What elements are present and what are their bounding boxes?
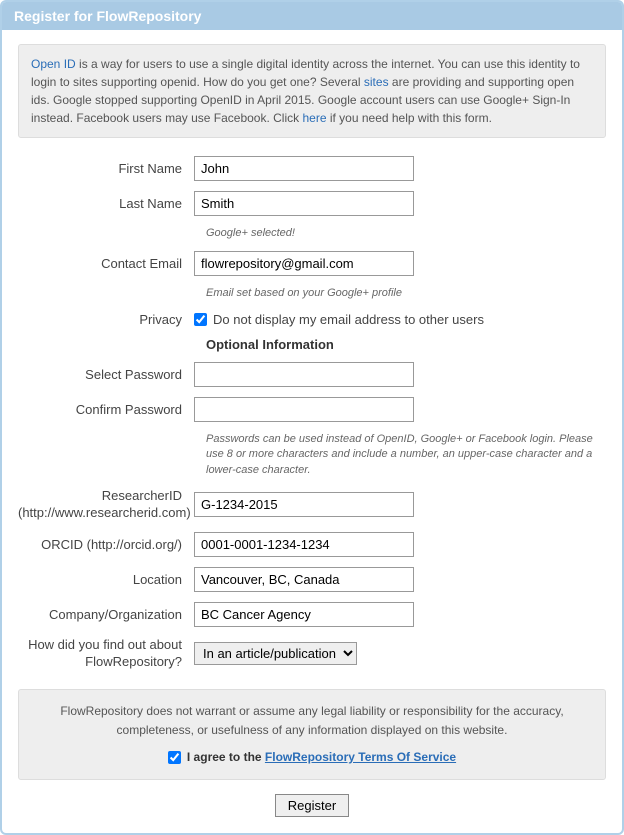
info-text: if you need help with this form. [327, 111, 492, 125]
first-name-input[interactable] [194, 156, 414, 181]
company-label: Company/Organization [18, 607, 194, 622]
gplus-selected-hint: Google+ selected! [206, 226, 606, 241]
row-findout: How did you find out about FlowRepositor… [18, 637, 606, 671]
confirm-password-input[interactable] [194, 397, 414, 422]
row-company: Company/Organization [18, 602, 606, 627]
findout-select[interactable]: In an article/publication [194, 642, 357, 665]
privacy-checkbox-label: Do not display my email address to other… [213, 312, 484, 327]
panel-body: Open ID is a way for users to use a sing… [2, 30, 622, 833]
agree-line: I agree to the FlowRepository Terms Of S… [35, 748, 589, 767]
researcherid-label: ResearcherID (http://www.researcherid.co… [18, 488, 194, 522]
row-privacy: Privacy Do not display my email address … [18, 312, 606, 327]
location-label: Location [18, 572, 194, 587]
help-here-link[interactable]: here [302, 111, 326, 125]
findout-label: How did you find out about FlowRepositor… [18, 637, 194, 671]
last-name-label: Last Name [18, 196, 194, 211]
orcid-input[interactable] [194, 532, 414, 557]
privacy-checkbox[interactable] [194, 313, 207, 326]
row-password: Select Password [18, 362, 606, 387]
optional-info-title: Optional Information [206, 337, 606, 352]
researcherid-input[interactable] [194, 492, 414, 517]
row-confirm-password: Confirm Password [18, 397, 606, 422]
sites-link[interactable]: sites [364, 75, 389, 89]
confirm-password-label: Confirm Password [18, 402, 194, 417]
row-email: Contact Email [18, 251, 606, 276]
password-input[interactable] [194, 362, 414, 387]
row-orcid: ORCID (http://orcid.org/) [18, 532, 606, 557]
agree-checkbox[interactable] [168, 751, 181, 764]
password-hint: Passwords can be used instead of OpenID,… [206, 432, 606, 478]
location-input[interactable] [194, 567, 414, 592]
row-researcherid: ResearcherID (http://www.researcherid.co… [18, 488, 606, 522]
disclaimer-text: FlowRepository does not warrant or assum… [35, 702, 589, 740]
register-panel: Register for FlowRepository Open ID is a… [0, 0, 624, 835]
email-label: Contact Email [18, 256, 194, 271]
row-first-name: First Name [18, 156, 606, 181]
terms-link[interactable]: FlowRepository Terms Of Service [265, 750, 456, 764]
disclaimer-box: FlowRepository does not warrant or assum… [18, 689, 606, 781]
email-hint: Email set based on your Google+ profile [206, 286, 606, 301]
last-name-input[interactable] [194, 191, 414, 216]
email-input[interactable] [194, 251, 414, 276]
panel-title: Register for FlowRepository [2, 2, 622, 30]
submit-row: Register [18, 794, 606, 817]
openid-link[interactable]: Open ID [31, 57, 76, 71]
company-input[interactable] [194, 602, 414, 627]
privacy-checkbox-wrapper[interactable]: Do not display my email address to other… [194, 312, 606, 327]
row-location: Location [18, 567, 606, 592]
privacy-label: Privacy [18, 312, 194, 327]
password-label: Select Password [18, 367, 194, 382]
row-last-name: Last Name [18, 191, 606, 216]
agree-prefix: I agree to the [187, 750, 265, 764]
orcid-label: ORCID (http://orcid.org/) [18, 537, 194, 552]
openid-info-box: Open ID is a way for users to use a sing… [18, 44, 606, 138]
register-button[interactable]: Register [275, 794, 349, 817]
first-name-label: First Name [18, 161, 194, 176]
